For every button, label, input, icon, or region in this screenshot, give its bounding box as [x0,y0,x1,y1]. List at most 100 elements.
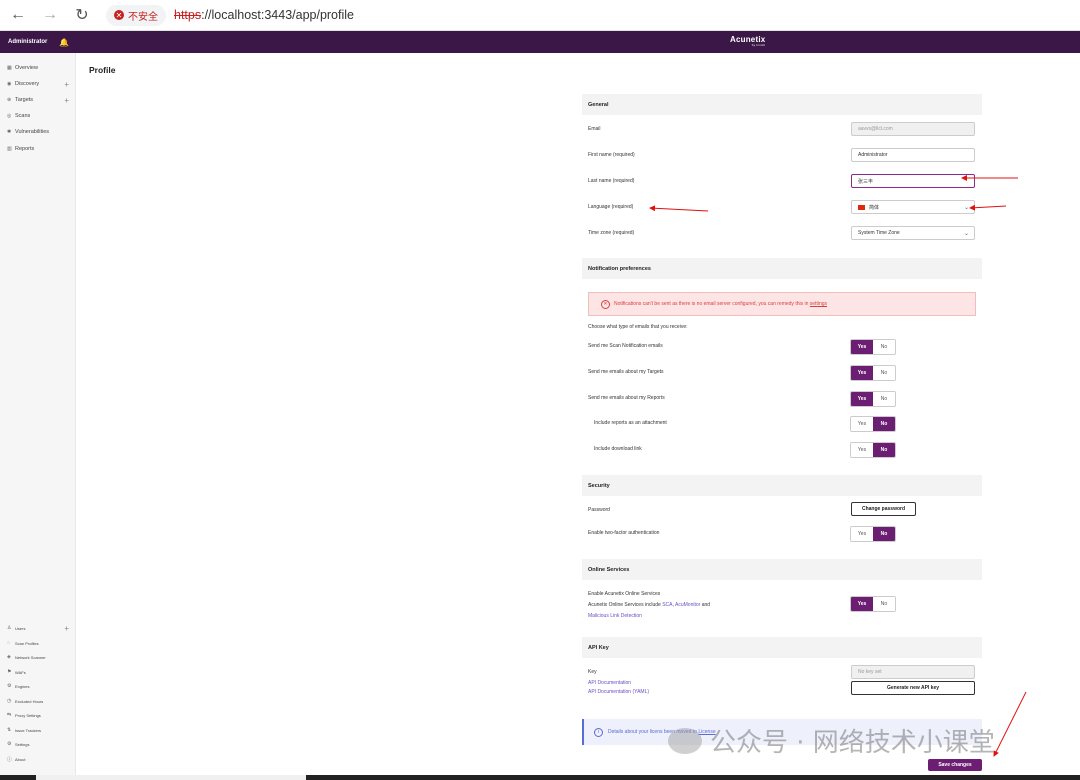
user-name[interactable]: Administrator [8,39,47,45]
sidebar-item-scan-profiles[interactable]: ◌ Scan Profiles [7,640,71,646]
choose-emails-text: Choose what type of emails that you rece… [588,324,688,330]
no-option[interactable]: No [873,340,895,354]
chart-icon: ▥ [7,146,12,152]
timezone-value: System Time Zone [858,230,900,236]
scan-notification-toggle[interactable]: Yes No [850,339,896,355]
first-name-label: First name (required) [588,152,635,158]
target-icon: ⊕ [7,97,12,103]
yes-option[interactable]: Yes [851,443,873,457]
sidebar-item-excluded-hours[interactable]: ◷ Excluded Hours [7,698,71,704]
online-enable-label: Enable Acunetix Online Services [588,591,661,597]
reload-icon[interactable]: ↻ [68,3,96,27]
no-option[interactable]: No [873,366,895,380]
add-target-icon[interactable]: + [64,96,69,105]
grid-icon: ▦ [7,65,12,71]
api-documentation-link[interactable]: API Documentation [588,680,631,686]
email-label: Email [588,126,601,132]
scan-notification-label: Send me Scan Notification emails [588,343,663,349]
network-icon: ◈ [7,654,11,660]
targets-emails-toggle[interactable]: Yes No [850,365,896,381]
language-value: 简体 [869,204,880,211]
bell-icon[interactable]: 🔔 [59,38,69,47]
url-scheme: https [174,8,202,22]
yes-option[interactable]: Yes [851,366,873,380]
change-password-button[interactable]: Change password [851,502,916,516]
download-link-label: Include download link [594,446,642,452]
sidebar-item-vulnerabilities[interactable]: ✱ Vulnerabilities [7,129,71,135]
yes-option[interactable]: Yes [851,340,873,354]
security-indicator[interactable]: ✕ 不安全 [106,4,166,26]
sidebar-item-about[interactable]: ⓘ About [7,756,71,763]
twofa-label: Enable two-factor authentication [588,530,660,536]
password-label: Password [588,507,610,513]
sidebar: ▦ Overview ◉ Discovery + ⊕ Targets + ◎ Scans ✱… [0,53,76,780]
api-documentation-yaml-link[interactable]: API Documentation (YAML) [588,689,649,695]
reports-emails-label: Send me emails about my Reports [588,395,665,401]
chevron-down-icon: ⌄ [963,204,969,211]
page-title: Profile [89,65,116,75]
yes-option[interactable]: Yes [851,597,873,611]
app-header: Administrator 🔔 Acunetix by Invicti [0,31,1080,53]
no-option[interactable]: No [873,392,895,406]
sidebar-item-issue-trackers[interactable]: ⇅ Issue Trackers [7,727,71,733]
sidebar-item-scans[interactable]: ◎ Scans [7,113,71,119]
online-services-toggle[interactable]: Yes No [850,596,896,612]
timezone-label: Time zone (required) [588,230,635,236]
user-icon: ♙ [7,625,12,631]
sidebar-item-wafs[interactable]: ⚑ WAFs [7,669,71,675]
generate-api-key-button[interactable]: Generate new API key [851,681,975,695]
profile-icon: ◌ [7,640,10,646]
acumonitor-link[interactable]: AcuMonitor [675,602,700,608]
attachment-label: Include reports as an attachment [594,420,667,426]
add-user-icon[interactable]: + [64,624,69,633]
browser-bar: ← → ↻ ✕ 不安全 https ://localhost:3443/app/… [0,0,1080,31]
online-description: Acunetix Online Services include SCA, Ac… [588,602,711,608]
no-option[interactable]: No [873,443,895,457]
language-select[interactable]: 简体 ⌄ [851,200,975,214]
last-name-field[interactable]: 张三丰 [851,174,975,188]
sidebar-item-reports[interactable]: ▥ Reports [7,146,71,152]
yes-option[interactable]: Yes [851,527,873,541]
no-option[interactable]: No [873,527,895,541]
sidebar-item-proxy-settings[interactable]: ⇆ Proxy Settings [7,712,71,718]
info-icon: ⓘ [7,757,13,763]
sidebar-item-network-scanner[interactable]: ◈ Network Scanner [7,654,71,660]
section-general-heading: General [582,94,982,115]
yes-option[interactable]: Yes [851,392,873,406]
bug-icon: ✱ [7,129,12,135]
no-option[interactable]: No [873,597,895,611]
api-key-field: No key set [851,665,975,679]
email-server-alert: ✕ Notifications can't be sent as there i… [588,292,976,316]
sidebar-item-targets[interactable]: ⊕ Targets + [7,96,71,105]
forward-icon[interactable]: → [36,3,64,27]
sidebar-item-users[interactable]: ♙ Users + [7,624,71,633]
sidebar-item-discovery[interactable]: ◉ Discovery + [7,80,71,89]
first-name-field[interactable]: Administrator [851,148,975,162]
yes-option[interactable]: Yes [851,417,873,431]
address-bar[interactable]: ✕ 不安全 https ://localhost:3443/app/profil… [106,4,354,26]
tracker-icon: ⇅ [7,727,12,733]
malicious-link-detection-link[interactable]: Malicious Link Detection [588,613,642,619]
back-icon[interactable]: ← [4,3,32,27]
engine-icon: ⚙ [7,683,12,689]
proxy-icon: ⇆ [7,712,12,718]
twofa-toggle[interactable]: Yes No [850,526,896,542]
annotation-arrows [649,175,1027,757]
reports-emails-toggle[interactable]: Yes No [850,391,896,407]
sidebar-item-settings[interactable]: ⚙ Settings [7,741,71,747]
attachment-toggle[interactable]: Yes No [850,416,896,432]
timezone-select[interactable]: System Time Zone ⌄ [851,226,975,240]
arrow-language-label [649,205,709,212]
download-link-toggle[interactable]: Yes No [850,442,896,458]
sidebar-item-overview[interactable]: ▦ Overview [7,65,71,71]
watermark: 公众号 · 网络技术小课堂 [668,722,995,759]
no-option[interactable]: No [873,417,895,431]
warning-icon: ✕ [114,10,124,20]
settings-link[interactable]: settings [810,301,827,307]
add-discovery-icon[interactable]: + [64,80,69,89]
sca-link[interactable]: SCA [662,602,672,608]
sidebar-item-engines[interactable]: ⚙ Engines [7,683,71,689]
save-changes-button[interactable]: Save changes [928,759,982,771]
acunetix-logo[interactable]: Acunetix by Invicti [730,35,765,47]
section-api-key-heading: API Key [582,637,982,658]
